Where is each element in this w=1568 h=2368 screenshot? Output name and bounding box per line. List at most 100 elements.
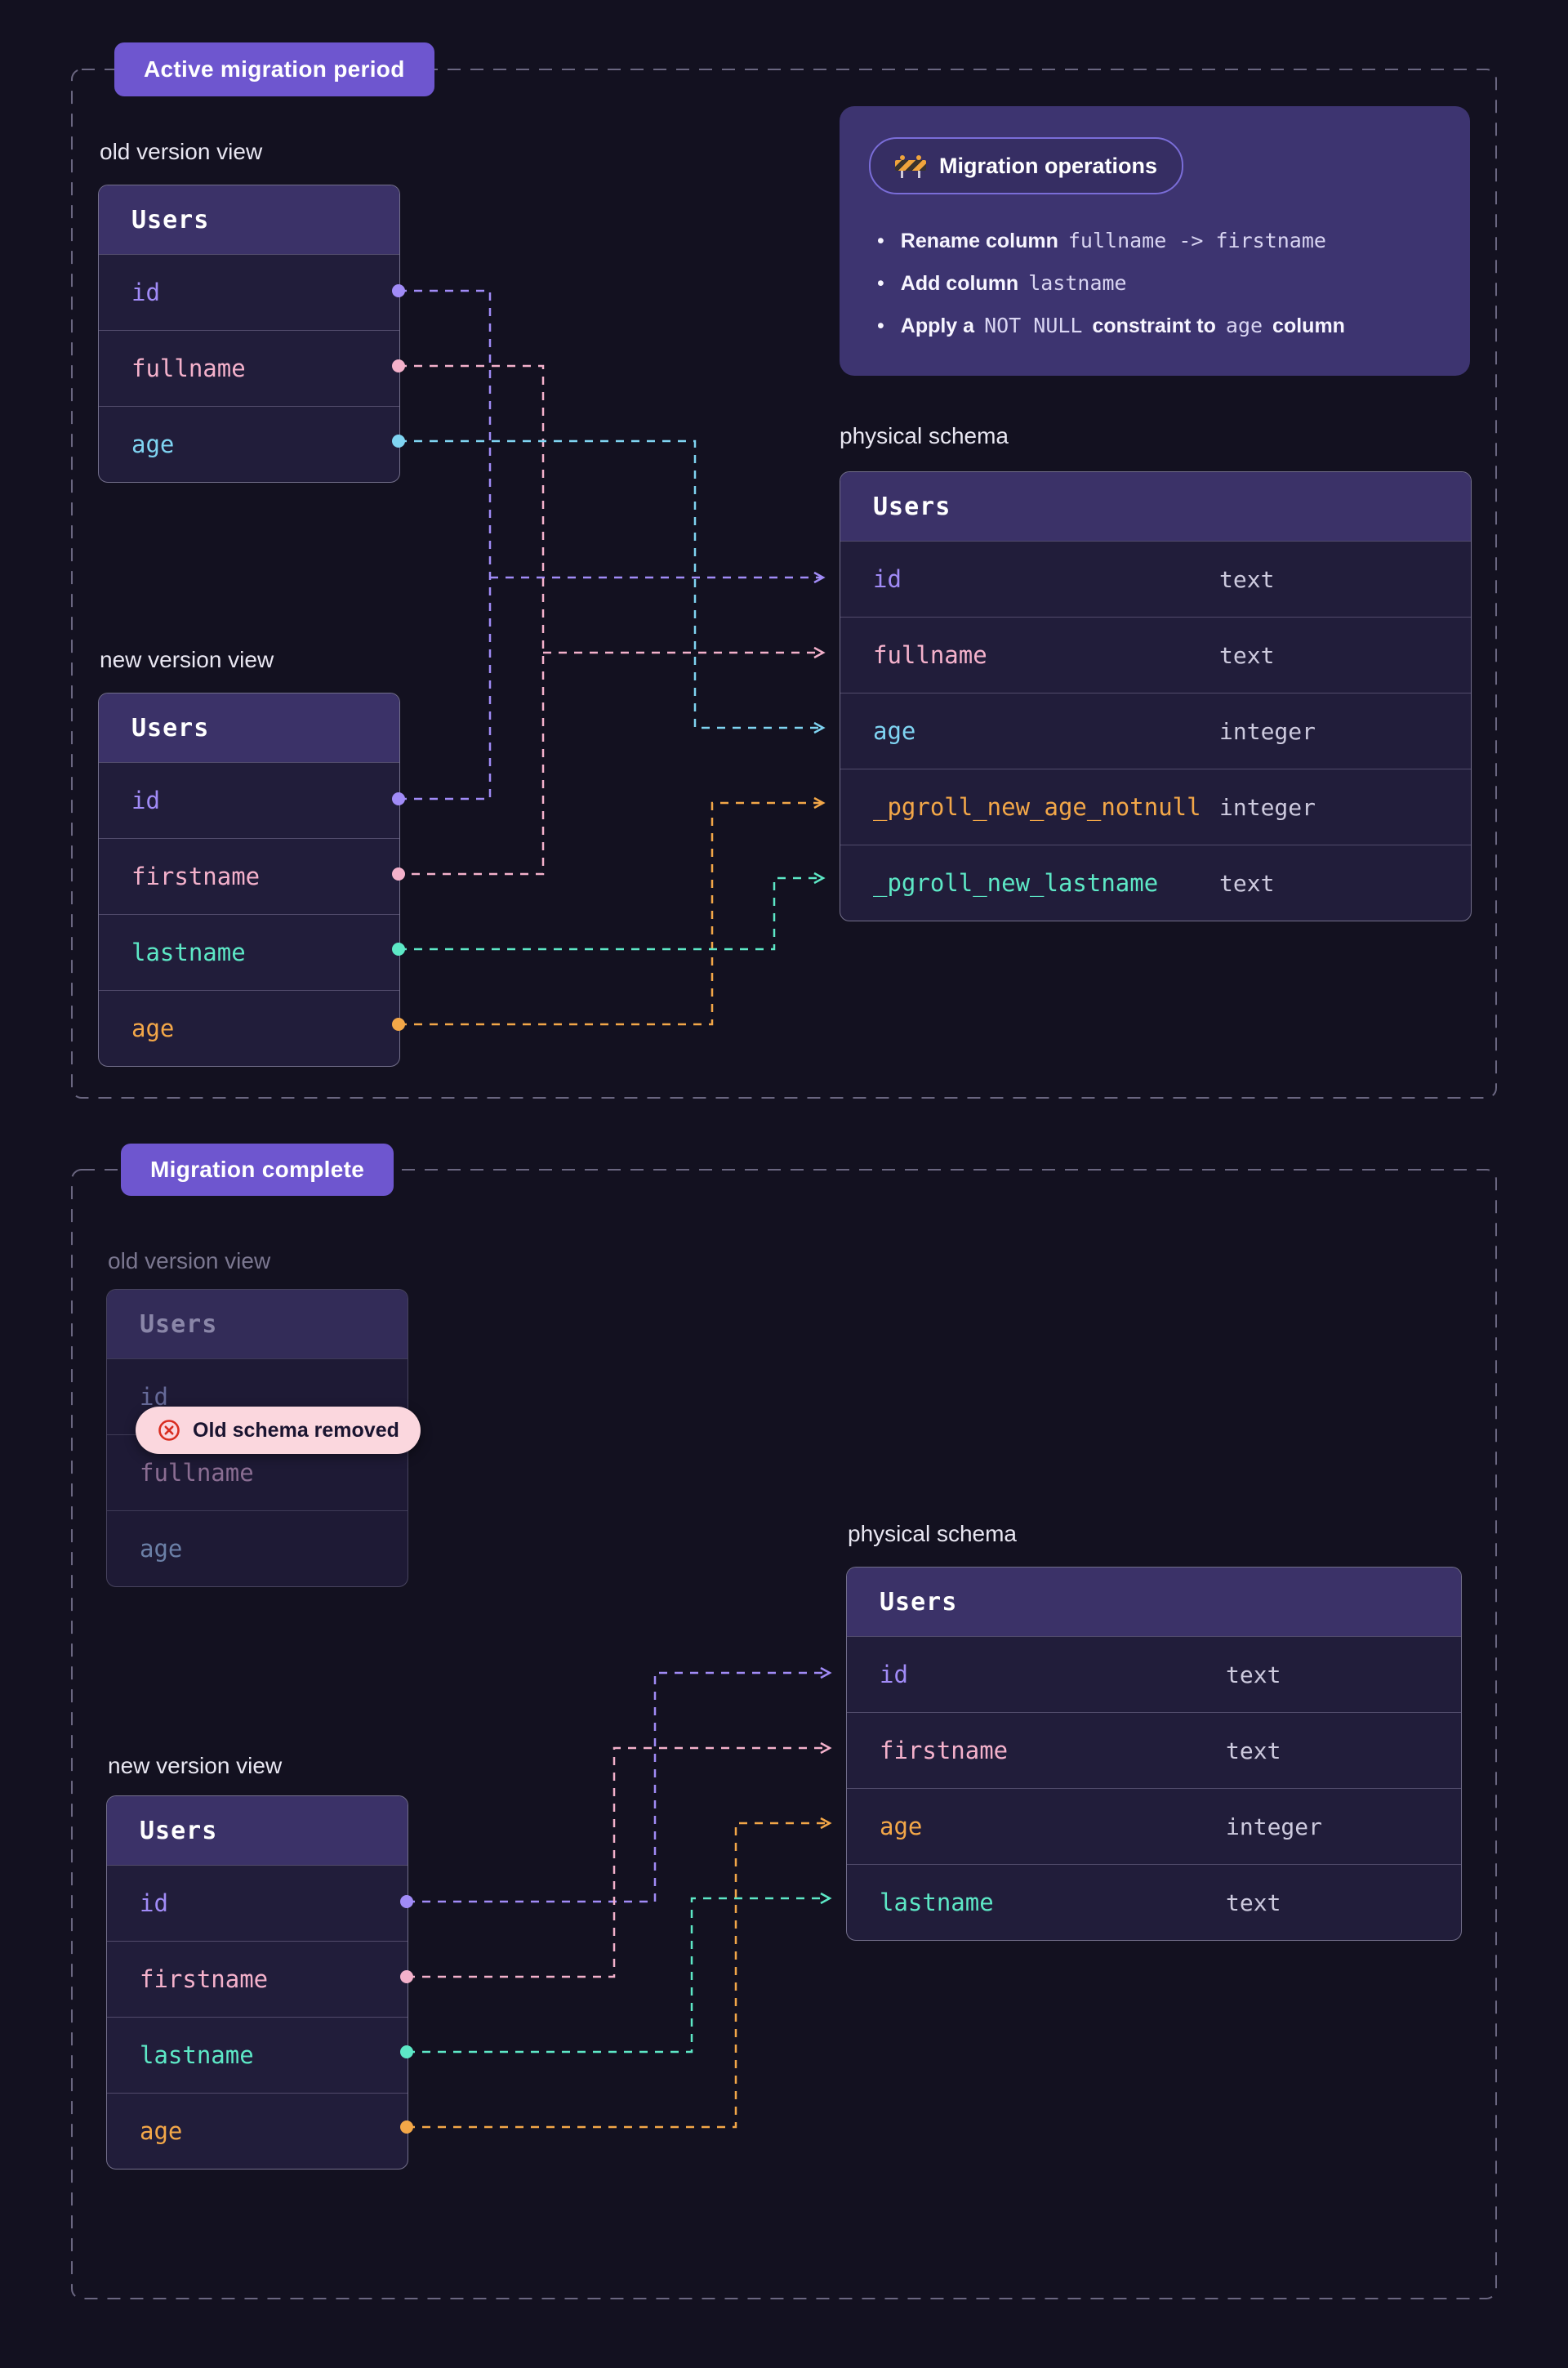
wire-id-to-physical-id-2 <box>407 1673 830 1902</box>
column-type: text <box>1226 1737 1281 1764</box>
column-name: id <box>131 279 160 306</box>
table-row-age: age <box>99 990 399 1066</box>
table-row-pgroll-new-age-notnull: _pgroll_new_age_notnull integer <box>840 769 1471 845</box>
table-row-age: age <box>107 2093 408 2169</box>
label-physical-schema-2: physical schema <box>848 1521 1017 1547</box>
label-old-version-view-2: old version view <box>108 1248 270 1274</box>
operation-code: fullname -> firstname <box>1068 229 1326 252</box>
table-header: Users <box>99 185 399 255</box>
section-badge-active-migration: Active migration period <box>114 42 434 96</box>
migration-operations-panel: Migration operations • Rename column ful… <box>840 106 1470 376</box>
table-title: Users <box>880 1588 957 1617</box>
table-title: Users <box>873 493 951 521</box>
column-name: id <box>873 565 902 593</box>
table-physical-schema-1: Users id text fullname text age integer … <box>840 471 1472 921</box>
column-name: lastname <box>140 2041 254 2069</box>
column-name: _pgroll_new_lastname <box>873 869 1158 897</box>
table-row-firstname: firstname <box>99 838 399 914</box>
wire-age-to-physical-age-2 <box>407 1823 830 2127</box>
column-name: fullname <box>140 1459 254 1487</box>
pgroll-migration-diagram: Active migration period old version view… <box>0 0 1568 2368</box>
column-type: text <box>1219 642 1274 669</box>
column-name: lastname <box>131 939 246 966</box>
operation-text: constraint to <box>1092 314 1215 338</box>
table-row-id: id text <box>847 1637 1461 1712</box>
column-name: _pgroll_new_age_notnull <box>873 793 1201 821</box>
column-name: fullname <box>873 641 987 669</box>
table-row-pgroll-new-lastname: _pgroll_new_lastname text <box>840 845 1471 921</box>
table-row-age: age integer <box>840 693 1471 769</box>
column-name: id <box>880 1661 908 1688</box>
construction-barrier-icon <box>895 154 926 178</box>
operation-text: Apply a <box>901 314 974 338</box>
bullet-icon: • <box>877 272 884 296</box>
section-badge-migration-complete: Migration complete <box>121 1144 394 1196</box>
operation-item-add-column: • Add column lastname <box>877 271 1450 296</box>
table-title: Users <box>140 1817 217 1845</box>
label-new-version-view-2: new version view <box>108 1753 282 1779</box>
column-type: integer <box>1219 794 1316 821</box>
old-schema-removed-badge: Old schema removed <box>136 1407 421 1454</box>
table-row-fullname: fullname text <box>840 617 1471 693</box>
column-type: integer <box>1226 1813 1322 1840</box>
column-type: integer <box>1219 718 1316 745</box>
table-row-id: id <box>99 255 399 330</box>
column-name: fullname <box>131 355 246 382</box>
operation-text: Rename column <box>901 230 1058 253</box>
pill-label: Migration operations <box>939 154 1157 179</box>
table-header: Users <box>840 472 1471 542</box>
table-row-lastname: lastname text <box>847 1864 1461 1940</box>
table-header: Users <box>847 1568 1461 1637</box>
table-new-version-view-1: Users id firstname lastname age <box>98 693 400 1067</box>
table-physical-schema-2: Users id text firstname text age integer… <box>846 1567 1462 1941</box>
wire-firstname-to-physical-firstname-2 <box>407 1748 830 1977</box>
column-name: id <box>131 787 160 814</box>
table-title: Users <box>131 206 209 234</box>
column-name: age <box>131 1015 174 1042</box>
column-name: age <box>873 717 915 745</box>
removed-badge-label: Old schema removed <box>193 1419 399 1443</box>
column-name: firstname <box>131 863 260 890</box>
migration-operations-list: • Rename column fullname -> firstname • … <box>877 229 1450 356</box>
column-type: text <box>1226 1889 1281 1916</box>
table-new-version-view-2: Users id firstname lastname age <box>106 1795 408 2170</box>
operation-code: NOT NULL <box>984 314 1082 337</box>
migration-operations-pill: Migration operations <box>869 137 1183 194</box>
table-row-firstname: firstname text <box>847 1712 1461 1788</box>
column-type: text <box>1226 1661 1281 1688</box>
operation-item-rename: • Rename column fullname -> firstname <box>877 229 1450 253</box>
bullet-icon: • <box>877 314 884 338</box>
operation-item-not-null: • Apply a NOT NULL constraint to age col… <box>877 314 1450 338</box>
operation-text: Add column <box>901 272 1018 296</box>
column-name: age <box>880 1813 922 1840</box>
badge-label: Migration complete <box>150 1157 364 1183</box>
bullet-icon: • <box>877 230 884 253</box>
column-name: age <box>131 430 174 458</box>
label-physical-schema-1: physical schema <box>840 423 1009 449</box>
column-name: id <box>140 1889 168 1917</box>
wire-names-trunk <box>399 366 543 874</box>
table-row-id: id <box>107 1866 408 1941</box>
table-row-lastname: lastname <box>99 914 399 990</box>
table-row-age: age <box>107 1510 408 1586</box>
table-title: Users <box>131 714 209 743</box>
table-row-fullname: fullname <box>99 330 399 406</box>
table-row-age: age <box>99 406 399 482</box>
operation-code: age <box>1226 314 1263 337</box>
wire-new-age-to-pgroll-new-age-notnull <box>399 803 823 1024</box>
column-name: firstname <box>140 1965 268 1993</box>
wire-ids-trunk <box>399 291 490 799</box>
column-name: age <box>140 2117 182 2145</box>
badge-label: Active migration period <box>144 56 405 83</box>
column-name: age <box>140 1535 182 1563</box>
column-type: text <box>1219 566 1274 593</box>
table-title: Users <box>140 1310 217 1339</box>
circled-x-icon <box>157 1418 181 1443</box>
wire-old-age-to-physical-age <box>399 441 823 728</box>
table-header: Users <box>99 693 399 763</box>
table-row-id: id text <box>840 542 1471 617</box>
label-new-version-view-1: new version view <box>100 647 274 673</box>
column-name: firstname <box>880 1737 1008 1764</box>
table-row-age: age integer <box>847 1788 1461 1864</box>
column-type: text <box>1219 870 1274 897</box>
